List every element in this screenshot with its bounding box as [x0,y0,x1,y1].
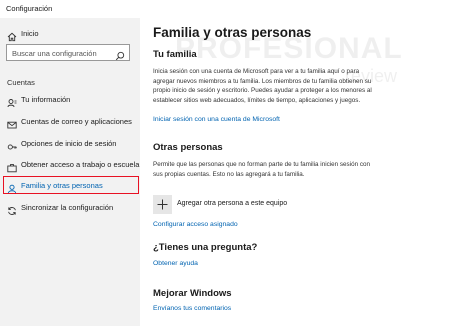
assigned-access-link[interactable]: Configurar acceso asignado [153,221,238,228]
get-help-link[interactable]: Obtener ayuda [153,260,198,267]
window-title: Configuración [6,4,53,13]
sidebar-item-label: Opciones de inicio de sesión [21,139,117,148]
briefcase-icon [7,160,17,173]
title-bar: Configuración [0,0,474,18]
sidebar-item-work-school[interactable]: Obtener acceso a trabajo o escuela [0,156,140,174]
question-heading: ¿Tienes una pregunta? [153,242,258,253]
add-person-button[interactable] [153,195,172,214]
page-title: Familia y otras personas [153,25,312,40]
sidebar-item-your-info[interactable]: Tu información [0,91,140,109]
sidebar-item-label: Inicio [21,29,39,38]
sidebar-item-email-accounts[interactable]: Cuentas de correo y aplicaciones [0,113,140,131]
sidebar-item-label: Obtener acceso a trabajo o escuela [21,160,140,169]
feedback-link[interactable]: Envíanos tus comentarios [153,305,231,312]
family-heading: Tu familia [153,49,197,60]
sidebar-item-sign-in-options[interactable]: Opciones de inicio de sesión [0,135,140,153]
family-description: Inicia sesión con una cuenta de Microsof… [153,68,372,104]
selection-highlight [3,176,139,194]
sidebar-item-sync[interactable]: Sincronizar la configuración [0,199,140,217]
sidebar-item-label: Cuentas de correo y aplicaciones [21,117,132,126]
search-icon[interactable] [115,48,125,61]
improve-heading: Mejorar Windows [153,288,232,299]
mail-icon [7,117,17,129]
add-person-label[interactable]: Agregar otra persona a este equipo [177,200,287,207]
others-heading: Otras personas [153,142,223,153]
key-icon [7,139,17,150]
sidebar-item-label: Sincronizar la configuración [21,203,114,212]
home-icon [7,29,17,42]
search-input[interactable]: Buscar una configuración [6,44,130,61]
sidebar-section-label: Cuentas [7,78,35,87]
sign-in-microsoft-link[interactable]: Iniciar sesión con una cuenta de Microso… [153,116,280,123]
sidebar-item-label: Tu información [21,95,71,104]
sidebar-item-home[interactable]: Inicio [0,25,140,43]
others-description: Permite que las personas que no forman p… [153,161,371,178]
user-card-icon [7,95,17,108]
sync-icon [7,203,17,215]
search-placeholder: Buscar una configuración [12,48,97,58]
main-content: PROFESIONAL review Familia y otras perso… [140,18,474,326]
